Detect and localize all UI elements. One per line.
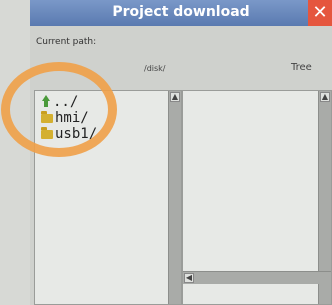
title-bar: Project download ✕ [30,0,332,26]
tree-panel[interactable]: ▲ ◀ [182,90,332,305]
current-path-value: /disk/ [144,64,166,73]
project-download-window: Project download ✕ Current path: /disk/ … [0,0,332,305]
scroll-left-icon[interactable]: ◀ [184,273,194,283]
close-button[interactable]: ✕ [308,0,332,26]
tree-horizontal-scrollbar[interactable]: ◀ [183,271,331,284]
highlight-circle [1,62,117,157]
window-left-edge [0,0,30,305]
close-icon: ✕ [312,2,328,23]
scroll-up-icon[interactable]: ▲ [320,92,330,102]
tree-label: Tree [291,62,312,73]
scroll-up-icon[interactable]: ▲ [170,92,180,102]
file-list-scrollbar[interactable]: ▲ [168,91,181,304]
window-title: Project download [112,4,250,20]
current-path-label: Current path: [36,37,97,47]
